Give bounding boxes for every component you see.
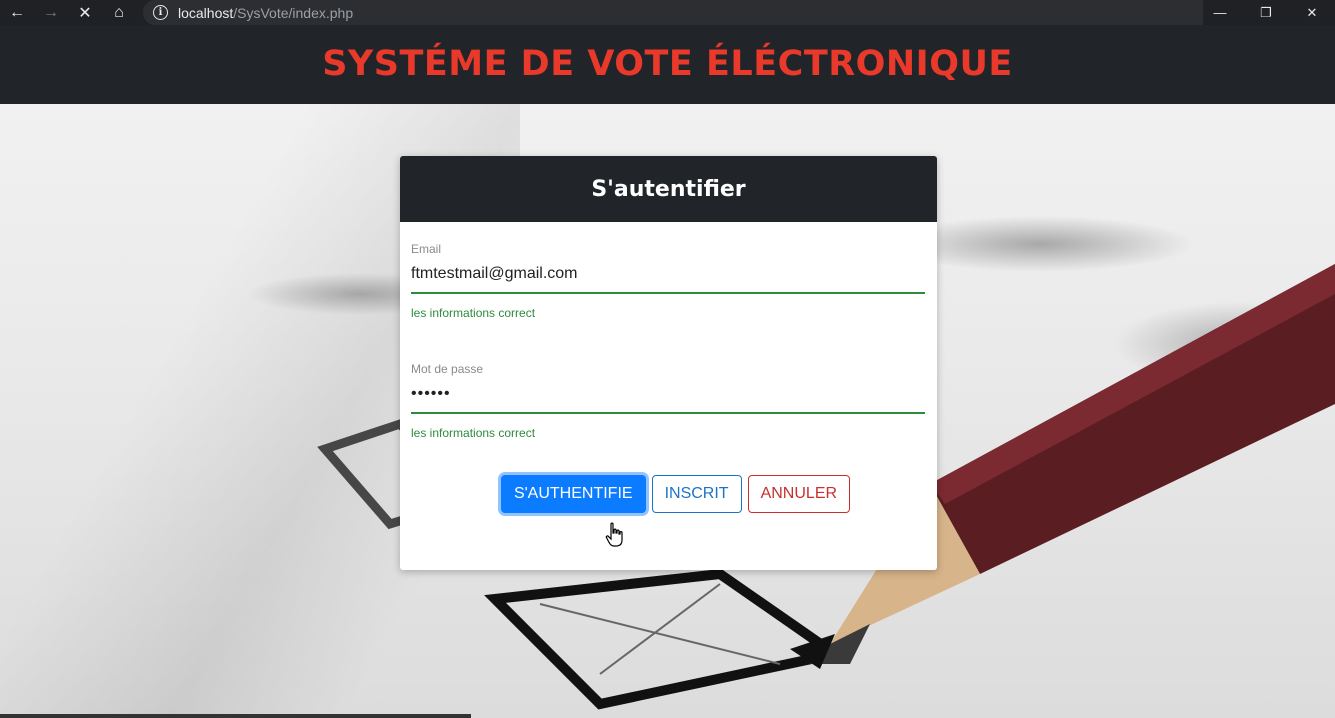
authenticate-button[interactable]: S'AUTHENTIFIE (500, 475, 646, 513)
login-card-header: S'autentifier (400, 156, 937, 222)
login-card: S'autentifier Email les informations cor… (400, 156, 937, 570)
cancel-button[interactable]: ANNULER (747, 475, 851, 513)
form-actions: S'AUTHENTIFIE INSCRIT ANNULER (411, 475, 926, 513)
stop-loading-icon[interactable]: ✕ (68, 0, 102, 25)
login-title: S'autentifier (591, 176, 746, 202)
register-button[interactable]: INSCRIT (651, 475, 742, 513)
email-field-group: Email les informations correct (411, 222, 926, 320)
login-form: Email les informations correct Mot de pa… (400, 222, 937, 513)
url-host: localhost (178, 4, 234, 21)
hand-cursor-icon (605, 522, 623, 547)
site-title: SYSTÉME DE VOTE ÉLÉCTRONIQUE (322, 43, 1013, 84)
site-header: SYSTÉME DE VOTE ÉLÉCTRONIQUE (0, 25, 1335, 104)
forward-icon[interactable]: → (34, 0, 68, 25)
info-icon[interactable]: i (153, 5, 168, 20)
password-validation-message: les informations correct (411, 426, 536, 440)
address-bar[interactable]: i localhost /SysVote/index.php (143, 0, 1203, 25)
home-icon[interactable]: ⌂ (102, 0, 136, 25)
email-field[interactable] (411, 256, 925, 294)
back-icon[interactable]: ← (0, 0, 34, 25)
password-label: Mot de passe (411, 362, 484, 376)
password-field[interactable] (411, 376, 925, 414)
horizontal-scrollbar[interactable] (0, 714, 471, 718)
password-field-group: Mot de passe les informations correct (411, 342, 926, 440)
url-path: /SysVote/index.php (233, 4, 354, 21)
email-validation-message: les informations correct (411, 306, 536, 320)
email-label: Email (411, 242, 442, 256)
minimize-icon[interactable]: — (1197, 0, 1243, 25)
restore-icon[interactable]: ❐ (1243, 0, 1289, 25)
browser-toolbar: ← → ✕ ⌂ i localhost /SysVote/index.php —… (0, 0, 1335, 25)
close-window-icon[interactable]: ✕ (1289, 0, 1335, 25)
page-viewport: SYSTÉME DE VOTE ÉLÉCTRONIQUE S'autentifi… (0, 25, 1335, 718)
window-controls: — ❐ ✕ (1197, 0, 1335, 25)
